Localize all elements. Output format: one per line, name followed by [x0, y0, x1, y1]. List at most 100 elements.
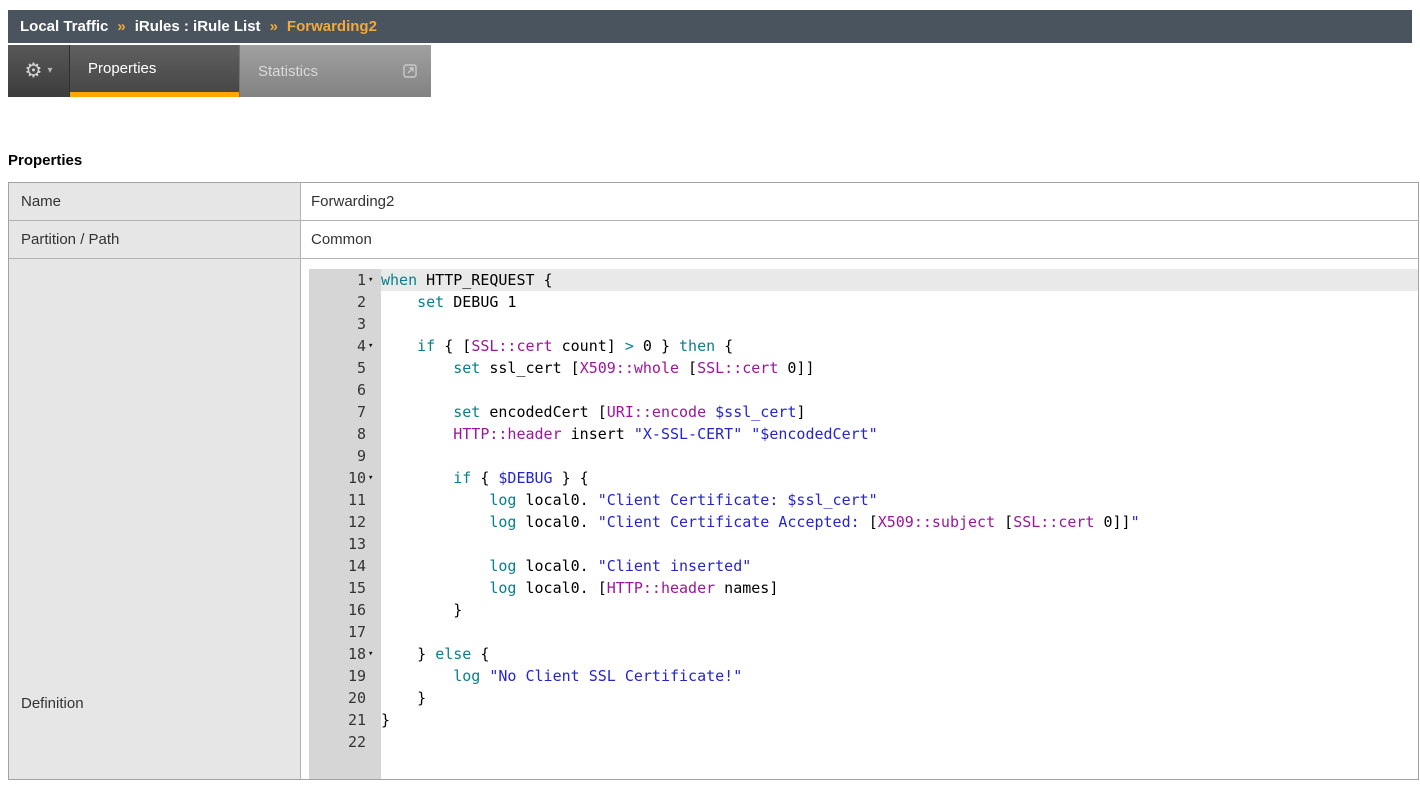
- code-line[interactable]: [381, 379, 1418, 401]
- line-number: 1: [309, 269, 366, 291]
- line-number: 4: [309, 335, 366, 357]
- line-number: 6: [309, 379, 366, 401]
- code-line[interactable]: log local0. "Client Certificate: $ssl_ce…: [381, 489, 1418, 511]
- code-line[interactable]: log local0. "Client inserted": [381, 555, 1418, 577]
- gutter-line: 10▾: [309, 467, 381, 489]
- row-label-partition: Partition / Path: [9, 221, 301, 258]
- row-value-name: Forwarding2: [301, 183, 1418, 220]
- code-line[interactable]: }: [381, 599, 1418, 621]
- code-line[interactable]: }: [381, 687, 1418, 709]
- row-label-definition: Definition: [9, 259, 301, 779]
- gutter-line: 19: [309, 665, 381, 687]
- line-number: 21: [309, 709, 366, 731]
- properties-table: Name Forwarding2 Partition / Path Common…: [8, 182, 1419, 780]
- definition-code-editor[interactable]: 1▾234▾5678910▾1112131415161718▾19202122 …: [309, 269, 1418, 779]
- code-line[interactable]: [381, 313, 1418, 335]
- line-number: 19: [309, 665, 366, 687]
- gutter-line: 11: [309, 489, 381, 511]
- gutter-line: 18▾: [309, 643, 381, 665]
- code-line[interactable]: log local0. "Client Certificate Accepted…: [381, 511, 1418, 533]
- code-line[interactable]: [381, 445, 1418, 467]
- gutter-line: 5: [309, 357, 381, 379]
- breadcrumb-current-page: Forwarding2: [287, 18, 377, 35]
- code-line[interactable]: set DEBUG 1: [381, 291, 1418, 313]
- code-line[interactable]: [381, 533, 1418, 555]
- line-number: 8: [309, 423, 366, 445]
- gutter-line: 1▾: [309, 269, 381, 291]
- code-line[interactable]: HTTP::header insert "X-SSL-CERT" "$encod…: [381, 423, 1418, 445]
- code-line[interactable]: log "No Client SSL Certificate!": [381, 665, 1418, 687]
- editor-gutter: 1▾234▾5678910▾1112131415161718▾19202122: [309, 269, 381, 779]
- line-number: 3: [309, 313, 366, 335]
- code-line[interactable]: if { [SSL::cert count] > 0 } then {: [381, 335, 1418, 357]
- code-line[interactable]: [381, 731, 1418, 753]
- line-number: 11: [309, 489, 366, 511]
- gear-icon: ⚙: [25, 61, 43, 81]
- table-row-partition: Partition / Path Common: [9, 221, 1418, 259]
- breadcrumb-local-traffic[interactable]: Local Traffic: [20, 18, 108, 35]
- gutter-line: 16: [309, 599, 381, 621]
- fold-toggle-icon[interactable]: ▾: [366, 467, 381, 489]
- chevron-down-icon: ▾: [47, 66, 52, 76]
- row-value-partition: Common: [301, 221, 1418, 258]
- breadcrumb: Local Traffic » iRules : iRule List » Fo…: [8, 10, 1412, 43]
- code-line[interactable]: } else {: [381, 643, 1418, 665]
- gutter-line: 9: [309, 445, 381, 467]
- gutter-line: 15: [309, 577, 381, 599]
- row-value-definition: 1▾234▾5678910▾1112131415161718▾19202122 …: [301, 259, 1418, 779]
- line-number: 7: [309, 401, 366, 423]
- code-line[interactable]: [381, 621, 1418, 643]
- code-line[interactable]: set encodedCert [URI::encode $ssl_cert]: [381, 401, 1418, 423]
- gutter-line: 4▾: [309, 335, 381, 357]
- breadcrumb-separator-icon: »: [117, 18, 125, 35]
- line-number: 22: [309, 731, 366, 753]
- code-line[interactable]: when HTTP_REQUEST {: [381, 269, 1418, 291]
- line-number: 12: [309, 511, 366, 533]
- tab-properties-label: Properties: [88, 60, 156, 77]
- line-number: 5: [309, 357, 366, 379]
- line-number: 10: [309, 467, 366, 489]
- line-number: 15: [309, 577, 366, 599]
- line-number: 18: [309, 643, 366, 665]
- tab-statistics-label: Statistics: [258, 63, 318, 80]
- line-number: 13: [309, 533, 366, 555]
- options-menu-button[interactable]: ⚙ ▾: [8, 45, 70, 97]
- gutter-line: 14: [309, 555, 381, 577]
- line-number: 20: [309, 687, 366, 709]
- code-line[interactable]: log local0. [HTTP::header names]: [381, 577, 1418, 599]
- breadcrumb-irule-list[interactable]: iRules : iRule List: [135, 18, 261, 35]
- line-number: 14: [309, 555, 366, 577]
- line-number: 2: [309, 291, 366, 313]
- gutter-line: 20: [309, 687, 381, 709]
- code-line[interactable]: if { $DEBUG } {: [381, 467, 1418, 489]
- line-number: 9: [309, 445, 366, 467]
- tab-bar: ⚙ ▾ Properties Statistics: [8, 45, 1412, 97]
- fold-toggle-icon[interactable]: ▾: [366, 335, 381, 357]
- code-line[interactable]: }: [381, 709, 1418, 731]
- line-number: 17: [309, 621, 366, 643]
- line-number: 16: [309, 599, 366, 621]
- editor-code-area[interactable]: when HTTP_REQUEST { set DEBUG 1 if { [SS…: [381, 269, 1418, 779]
- definition-label: Definition: [21, 695, 84, 712]
- table-row-name: Name Forwarding2: [9, 183, 1418, 221]
- code-line[interactable]: set ssl_cert [X509::whole [SSL::cert 0]]: [381, 357, 1418, 379]
- gutter-line: 13: [309, 533, 381, 555]
- gutter-line: 6: [309, 379, 381, 401]
- fold-toggle-icon[interactable]: ▾: [366, 643, 381, 665]
- gutter-line: 17: [309, 621, 381, 643]
- table-row-definition: Definition 1▾234▾5678910▾111213141516171…: [9, 259, 1418, 779]
- tab-statistics[interactable]: Statistics: [239, 45, 431, 97]
- row-label-name: Name: [9, 183, 301, 220]
- external-link-icon: [403, 64, 417, 78]
- page-title: Properties: [8, 152, 1420, 169]
- gutter-line: 2: [309, 291, 381, 313]
- gutter-line: 8: [309, 423, 381, 445]
- gutter-line: 22: [309, 731, 381, 753]
- gutter-line: 12: [309, 511, 381, 533]
- gutter-line: 7: [309, 401, 381, 423]
- tab-properties[interactable]: Properties: [70, 45, 239, 97]
- gutter-line: 3: [309, 313, 381, 335]
- breadcrumb-separator-icon: »: [270, 18, 278, 35]
- fold-toggle-icon[interactable]: ▾: [366, 269, 381, 291]
- gutter-line: 21: [309, 709, 381, 731]
